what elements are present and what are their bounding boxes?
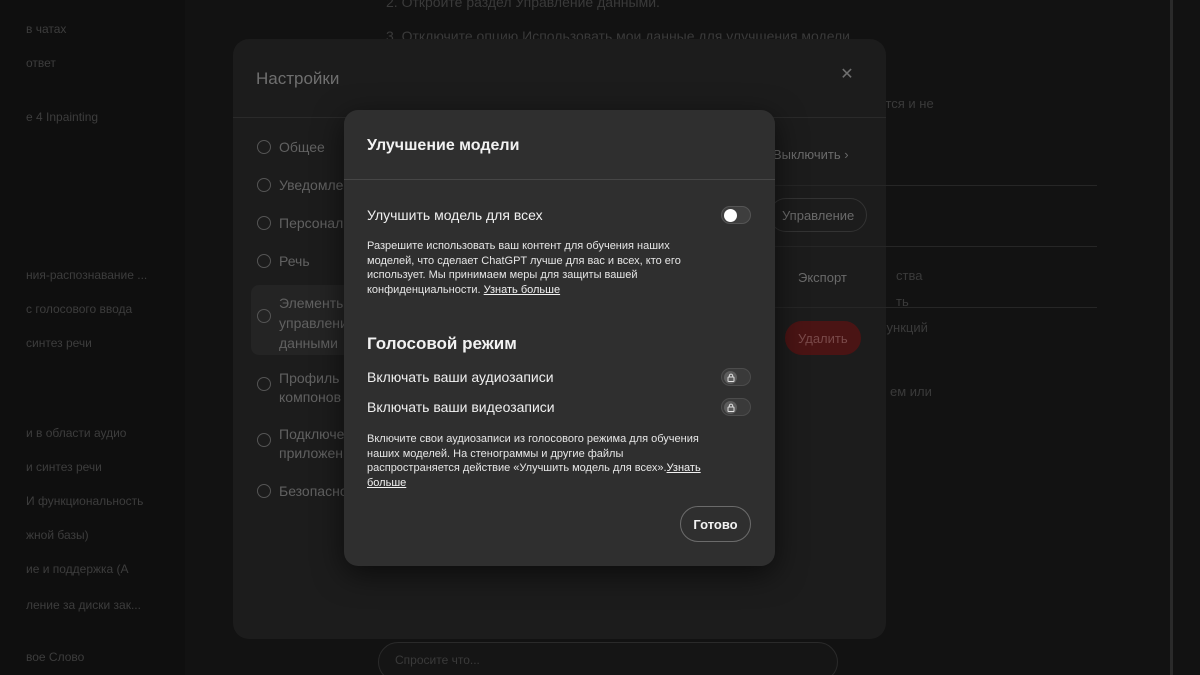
- apps-icon: [257, 433, 271, 447]
- sidebar-chat-item[interactable]: синтез речи: [26, 336, 92, 350]
- delete-label: Удалить: [798, 330, 848, 346]
- profile-icon: [257, 377, 271, 391]
- sidebar-chat-item[interactable]: ответ: [26, 56, 56, 70]
- close-icon[interactable]: ✕: [839, 67, 855, 83]
- bell-icon: [257, 178, 271, 192]
- sidebar-chat-item[interactable]: вое Слово: [26, 650, 84, 664]
- learn-more-link[interactable]: Узнать больше: [484, 284, 560, 296]
- voice-mode-title: Голосовой режим: [367, 334, 517, 353]
- delete-button[interactable]: Удалить: [785, 321, 861, 355]
- shield-icon: [257, 484, 271, 498]
- improve-model-description: Разрешите использовать ваш контент для о…: [367, 239, 707, 297]
- sidebar-chat-item[interactable]: и в области аудио: [26, 426, 126, 440]
- settings-nav-label: Речь: [279, 253, 310, 269]
- gear-icon: [257, 140, 271, 154]
- settings-title: Настройки: [256, 69, 340, 88]
- database-icon: [257, 309, 271, 323]
- video-toggle[interactable]: [721, 398, 751, 416]
- video-label: Включать ваши видеозаписи: [367, 399, 555, 415]
- sidebar-chat-item[interactable]: в чатах: [26, 22, 66, 36]
- sidebar-chat-item[interactable]: и синтез речи: [26, 460, 102, 474]
- sidebar-chat-item[interactable]: с голосового ввода: [26, 302, 132, 316]
- lock-icon: [724, 401, 737, 414]
- modal-title: Улучшение модели: [367, 137, 520, 154]
- chat-input-bar[interactable]: Спросите что...: [378, 642, 838, 675]
- chevron-right-icon: ›: [844, 147, 849, 162]
- sidebar-chat-item[interactable]: И функциональность: [26, 494, 143, 508]
- done-button[interactable]: Готово: [680, 506, 751, 542]
- audio-label: Включать ваши аудиозаписи: [367, 369, 554, 385]
- voice-mode-description: Включите свои аудиозаписи из голосового …: [367, 432, 702, 490]
- person-icon: [257, 216, 271, 230]
- row-divider: [753, 307, 1097, 308]
- manage-label: Управление: [782, 207, 855, 223]
- voice-desc-text: Включите свои аудиозаписи из голосового …: [367, 433, 699, 474]
- disable-label: Выключить: [773, 147, 841, 162]
- chat-text-line: 2. Откройте раздел Управление данными.: [386, 0, 660, 10]
- chat-input-placeholder: Спросите что...: [395, 653, 480, 667]
- row-divider: [753, 246, 1097, 247]
- disable-link[interactable]: Выключить ›: [773, 147, 849, 162]
- export-button[interactable]: Экспорт: [785, 260, 860, 294]
- improve-model-modal: Улучшение модели Улучшить модель для все…: [344, 110, 775, 566]
- sidebar-chat-item[interactable]: ие и поддержка (А: [26, 562, 129, 576]
- settings-nav-label: Общее: [279, 139, 325, 155]
- sidebar-chat-item[interactable]: е 4 Inpainting: [26, 110, 98, 124]
- background-sidebar: в чатах ответ е 4 Inpainting ния-распозн…: [0, 0, 185, 675]
- manage-button[interactable]: Управление: [769, 198, 868, 232]
- toggle-knob: [724, 209, 737, 222]
- improve-model-label: Улучшить модель для всех: [367, 207, 543, 223]
- waveform-icon: [257, 254, 271, 268]
- page-scrollbar[interactable]: [1170, 0, 1173, 675]
- sidebar-chat-item[interactable]: ление за диски зак...: [26, 598, 141, 612]
- chat-text-fragment: ем или: [890, 384, 932, 399]
- chat-text-fragment: ства: [896, 268, 923, 283]
- sidebar-chat-item[interactable]: жной базы): [26, 528, 89, 542]
- export-label: Экспорт: [798, 269, 847, 285]
- modal-divider: [344, 179, 775, 180]
- audio-toggle[interactable]: [721, 368, 751, 386]
- lock-icon: [724, 371, 737, 384]
- improve-model-toggle[interactable]: [721, 206, 751, 224]
- row-divider: [753, 185, 1097, 186]
- sidebar-chat-item[interactable]: ния-распознавание ...: [26, 268, 147, 282]
